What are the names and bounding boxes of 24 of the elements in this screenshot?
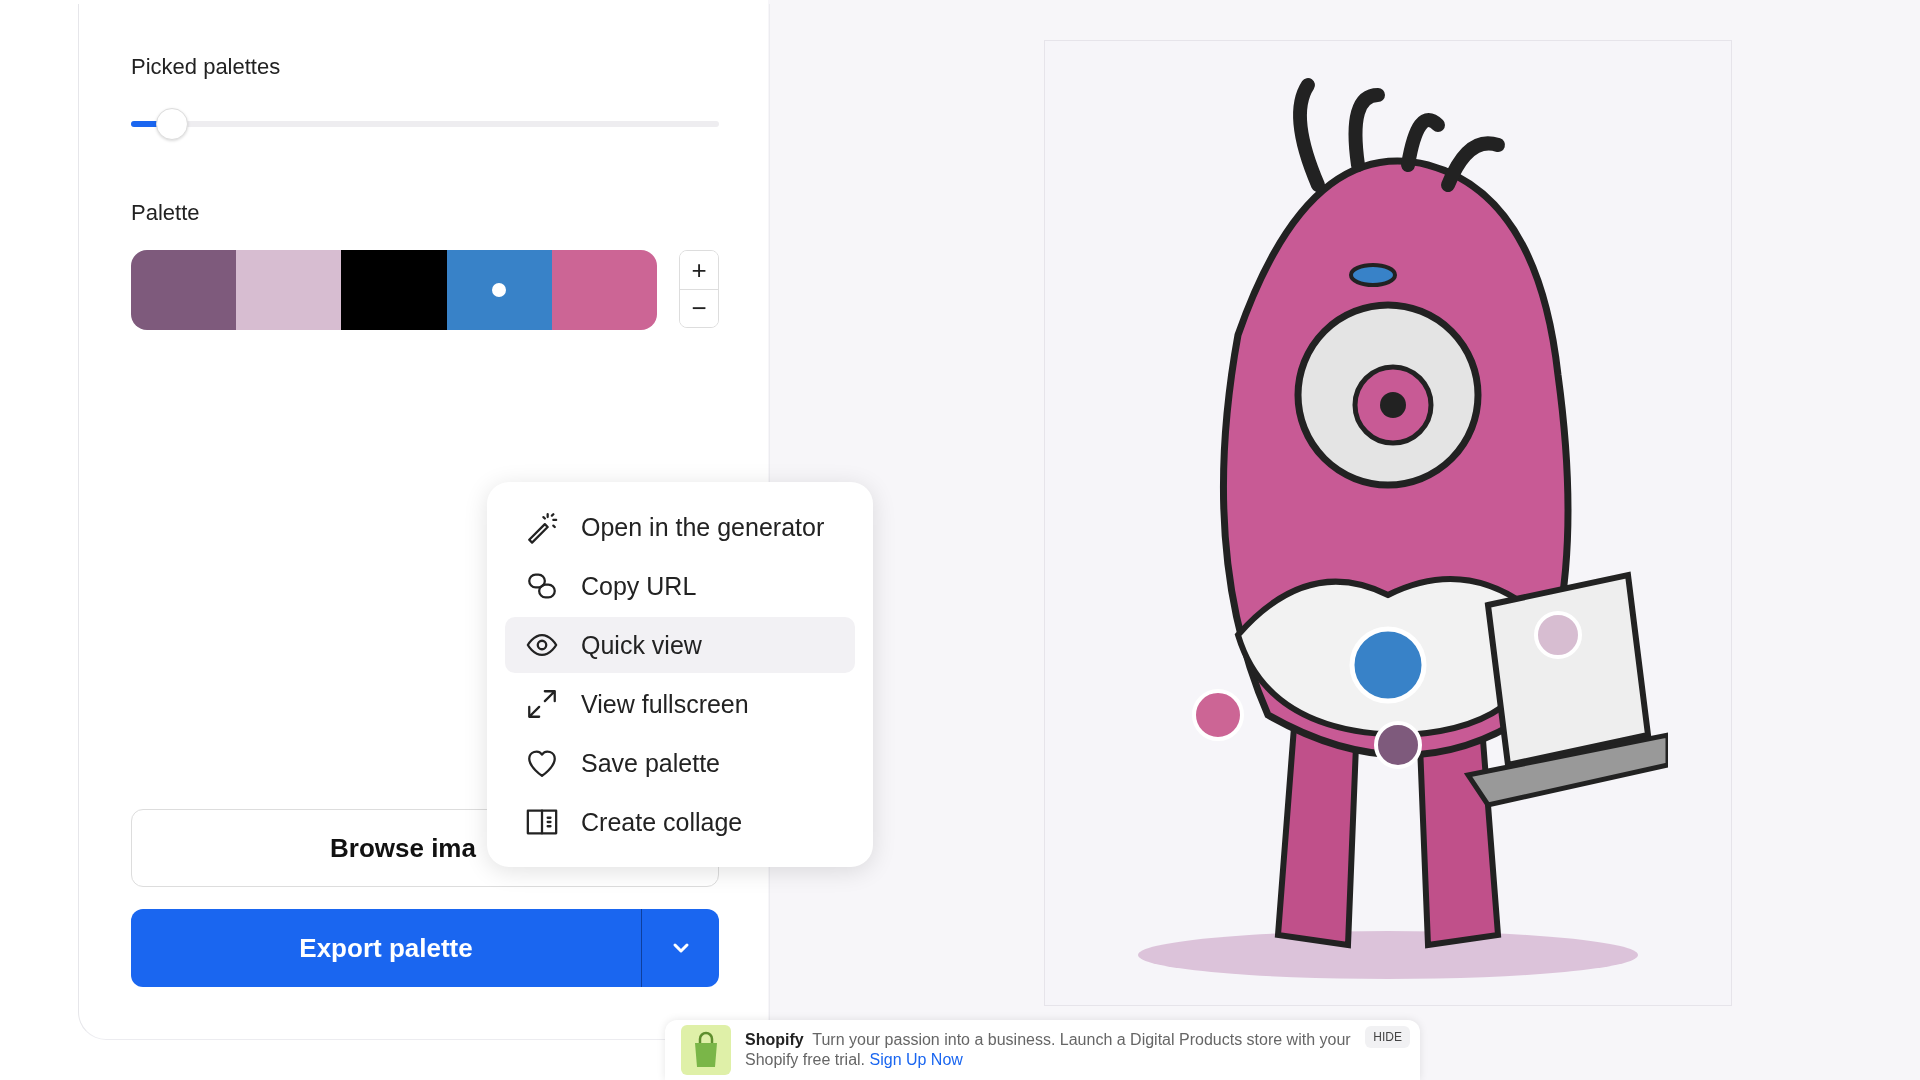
export-button[interactable]: Export palette (131, 909, 641, 987)
menu-item[interactable]: Save palette (505, 735, 855, 791)
dropdown-button[interactable] (641, 909, 719, 987)
ad-text: Shopify Turn your passion into a business. Launch a Digital Products store with your Shopify free trial. Sign Up Now (745, 1030, 1352, 1070)
menu-item[interactable]: Copy URL (505, 558, 855, 614)
expand-icon (525, 687, 559, 721)
section-label: Picked palettes (131, 54, 282, 80)
sign-up-link[interactable]: Sign Up Now (869, 1051, 963, 1068)
remove-color-button[interactable]: − (680, 289, 718, 327)
color-swatch[interactable] (131, 250, 237, 330)
wand-icon (525, 510, 559, 544)
menu-item[interactable]: Quick view (505, 617, 855, 673)
color-swatch[interactable] (446, 250, 552, 330)
color-swatch[interactable] (551, 250, 657, 330)
hide-button[interactable]: HIDE (1365, 1026, 1410, 1048)
section-label: Palette (131, 200, 201, 226)
color-swatch[interactable] (236, 250, 342, 330)
menu-item[interactable]: Open in the generator (505, 499, 855, 555)
selected-dot-icon (492, 283, 507, 297)
menu-item[interactable]: View fullscreen (505, 676, 855, 732)
palette-count-slider[interactable] (131, 108, 719, 140)
shopping-bag-icon (681, 1025, 731, 1075)
slider-handle[interactable] (156, 108, 189, 140)
color-swatch[interactable] (341, 250, 447, 330)
